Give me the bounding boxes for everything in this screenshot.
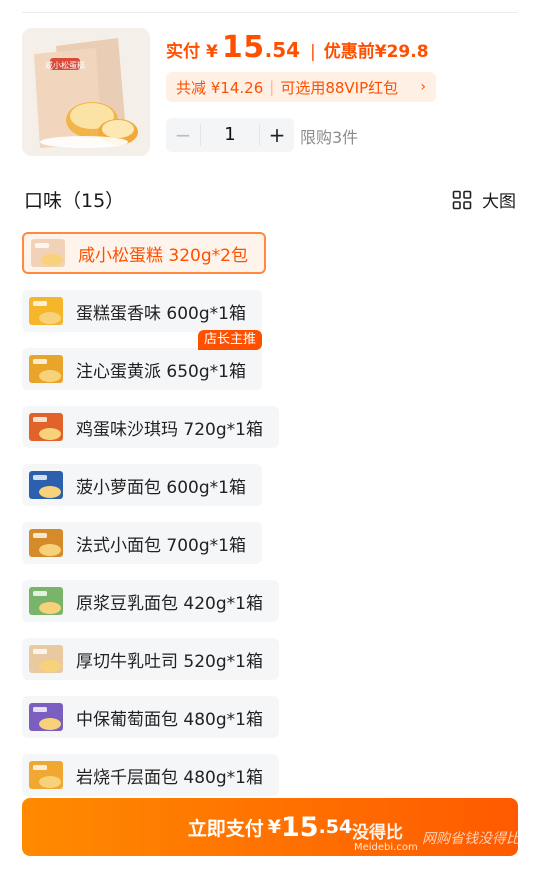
flavor-option-label: 法式小面包 700g*1箱: [76, 535, 246, 556]
product-image[interactable]: 咸小松蛋糕: [22, 28, 150, 156]
quantity-value[interactable]: 1: [200, 124, 260, 146]
flavor-option[interactable]: 菠小萝面包 600g*1箱: [22, 464, 262, 506]
flavor-thumbnail: [26, 698, 66, 736]
pay-now-cents: .54: [318, 816, 353, 838]
discount-separator: |: [269, 78, 275, 96]
watermark-domain: Meidebi.com: [354, 842, 418, 853]
flavor-option[interactable]: 岩烧千层面包 480g*1箱: [22, 754, 279, 796]
price-summary: 实付 ¥ 15.54 | 优惠前 ¥29.8: [166, 30, 429, 70]
grid-icon: [452, 190, 472, 209]
flavor-thumbnail: [26, 408, 66, 446]
flavor-thumbnail: [28, 234, 68, 272]
flavor-thumbnail: [26, 350, 66, 388]
chevron-right-icon: ›: [420, 79, 426, 95]
flavor-option-label: 中保葡萄面包 480g*1箱: [76, 709, 263, 730]
discount-voucher-pill[interactable]: 共减 ¥14.26 | 可选用88VIP红包 ›: [166, 72, 436, 102]
discount-total: 共减 ¥14.26: [176, 78, 264, 97]
voucher-text: 可选用88VIP红包: [280, 78, 399, 97]
pay-cents: .54: [264, 38, 301, 62]
watermark-brand: 没得比: [352, 823, 403, 843]
before-discount-label: 优惠前: [323, 42, 375, 62]
flavor-option-label: 厚切牛乳吐司 520g*1箱: [76, 651, 263, 672]
flavor-thumbnail: [26, 292, 66, 330]
price-separator: |: [310, 42, 316, 62]
flavor-option-label: 菠小萝面包 600g*1箱: [76, 477, 246, 498]
flavor-option-label: 原浆豆乳面包 420g*1箱: [76, 593, 263, 614]
flavor-section-title: 口味（15）: [24, 190, 125, 212]
package-brand-text: 咸小松蛋糕: [45, 60, 85, 70]
before-discount-price: ¥29.8: [374, 42, 429, 62]
pay-amount: 15: [221, 30, 265, 65]
flavor-option[interactable]: 法式小面包 700g*1箱: [22, 522, 262, 564]
decrease-quantity-button[interactable]: −: [166, 118, 200, 152]
pay-now-currency: ¥: [267, 816, 281, 838]
recommended-badge: 店长主推: [197, 330, 262, 350]
pay-currency: ¥: [206, 42, 218, 62]
flavor-option-label: 蛋糕蛋香味 600g*1箱: [76, 303, 246, 324]
big-view-label: 大图: [482, 192, 516, 212]
flavor-option[interactable]: 蛋糕蛋香味 600g*1箱: [22, 290, 262, 332]
quantity-stepper: − 1 +: [166, 118, 294, 152]
flavor-option[interactable]: 中保葡萄面包 480g*1箱: [22, 696, 279, 738]
top-divider: [22, 12, 518, 13]
flavor-thumbnail: [26, 524, 66, 562]
flavor-option-label: 咸小松蛋糕 320g*2包: [78, 245, 248, 266]
flavor-option-label: 鸡蛋味沙琪玛 720g*1箱: [76, 419, 263, 440]
flavor-thumbnail: [26, 466, 66, 504]
flavor-option[interactable]: 鸡蛋味沙琪玛 720g*1箱: [22, 406, 279, 448]
pay-now-amount: 15: [281, 811, 319, 843]
flavor-thumbnail: [26, 582, 66, 620]
flavor-thumbnail: [26, 640, 66, 678]
pay-label: 实付: [166, 42, 200, 62]
flavor-option[interactable]: 厚切牛乳吐司 520g*1箱: [22, 638, 279, 680]
watermark-slogan: 网购省钱没得比: [422, 831, 520, 847]
pay-now-label: 立即支付: [187, 817, 264, 840]
flavor-option[interactable]: 咸小松蛋糕 320g*2包: [22, 232, 266, 274]
flavor-option-label: 岩烧千层面包 480g*1箱: [76, 767, 263, 788]
flavor-option-label: 注心蛋黄派 650g*1箱: [76, 361, 246, 382]
big-view-toggle[interactable]: 大图: [452, 187, 516, 212]
flavor-thumbnail: [26, 756, 66, 794]
flavor-option[interactable]: 注心蛋黄派 650g*1箱 店长主推: [22, 330, 262, 390]
flavor-option[interactable]: 原浆豆乳面包 420g*1箱: [22, 580, 279, 622]
increase-quantity-button[interactable]: +: [260, 118, 294, 152]
purchase-limit: 限购3件: [300, 128, 359, 147]
